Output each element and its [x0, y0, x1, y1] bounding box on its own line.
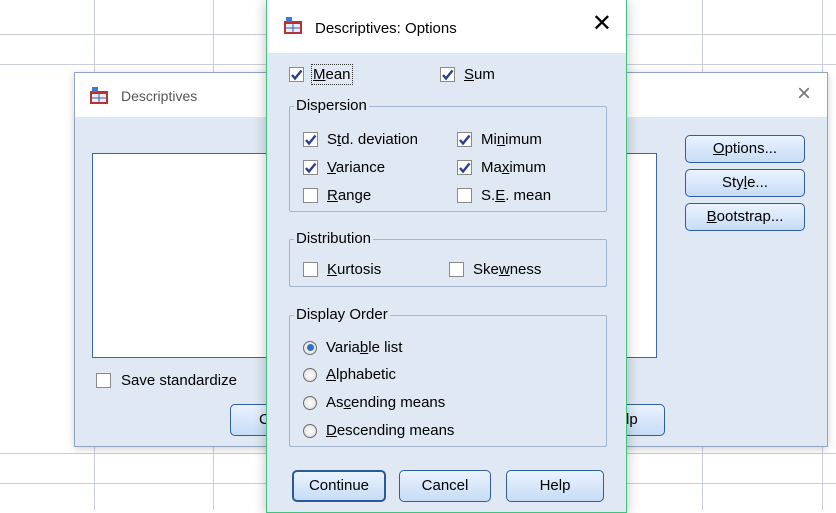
std-deviation-checkbox[interactable] [303, 132, 318, 147]
alphabetic-label: Alphabetic [326, 366, 397, 383]
range-checkbox[interactable] [303, 188, 318, 203]
save-standardized-checkbox[interactable] [96, 373, 111, 388]
descending-means-radio[interactable] [303, 423, 317, 438]
alphabetic-radio[interactable] [303, 367, 317, 382]
minimum-checkbox[interactable] [457, 132, 472, 147]
minimum-label: Minimum [481, 131, 542, 148]
style-button[interactable]: Style... [685, 169, 805, 197]
dispersion-legend: Dispersion [294, 97, 369, 115]
checkmark-icon [291, 69, 303, 81]
std-deviation-checkbox-row[interactable]: Std. deviation [303, 131, 418, 148]
variance-checkbox-row[interactable]: Variance [303, 159, 385, 176]
kurtosis-checkbox-row[interactable]: Kurtosis [303, 261, 381, 278]
options-dialog: Descriptives: Options ✕ Mean Sum Dispers… [266, 0, 627, 513]
ascending-means-radio[interactable] [303, 395, 317, 410]
skewness-checkbox[interactable] [449, 262, 464, 277]
continue-button[interactable]: Continue [292, 470, 386, 502]
save-standardized-label: Save standardize [121, 372, 237, 389]
variable-list-radio[interactable] [303, 340, 317, 355]
distribution-legend: Distribution [294, 230, 374, 248]
checkmark-icon [459, 162, 471, 174]
mean-checkbox[interactable] [289, 67, 304, 82]
descriptives-title: Descriptives [121, 88, 198, 104]
skewness-checkbox-row[interactable]: Skewness [449, 261, 541, 278]
cancel-button[interactable]: Cancel [399, 470, 491, 502]
sum-label: Sum [464, 66, 495, 83]
variance-checkbox[interactable] [303, 160, 318, 175]
descending-means-label: Descending means [326, 422, 455, 439]
descending-means-radio-row[interactable]: Descending means [303, 422, 454, 439]
help-button[interactable]: Help [506, 470, 604, 502]
close-icon[interactable]: ✕ [592, 12, 612, 36]
checkmark-icon [305, 162, 317, 174]
skewness-label: Skewness [473, 261, 542, 278]
options-button[interactable]: Options... [685, 135, 805, 163]
mean-label: Mean [311, 64, 353, 85]
variable-list-radio-row[interactable]: Variable list [303, 339, 402, 356]
sum-checkbox-row[interactable]: Sum [440, 66, 495, 83]
ascending-means-radio-row[interactable]: Ascending means [303, 394, 445, 411]
variance-label: Variance [327, 159, 386, 176]
checkmark-icon [442, 69, 454, 81]
maximum-checkbox-row[interactable]: Maximum [457, 159, 546, 176]
maximum-label: Maximum [481, 159, 547, 176]
variable-list-label: Variable list [326, 339, 403, 356]
kurtosis-checkbox[interactable] [303, 262, 318, 277]
minimum-checkbox-row[interactable]: Minimum [457, 131, 542, 148]
options-title: Descriptives: Options [315, 20, 457, 37]
save-standardized-checkbox-row[interactable]: Save standardize [96, 372, 237, 389]
display-order-legend: Display Order [294, 306, 390, 324]
radio-selected-dot [306, 344, 314, 351]
range-label: Range [327, 187, 372, 204]
std-deviation-label: Std. deviation [327, 131, 418, 148]
options-titlebar: Descriptives: Options ✕ [267, 0, 626, 53]
checkmark-icon [459, 134, 471, 146]
se-mean-checkbox[interactable] [457, 188, 472, 203]
range-checkbox-row[interactable]: Range [303, 187, 371, 204]
bootstrap-button[interactable]: Bootstrap... [685, 203, 805, 231]
se-mean-label: S.E. mean [481, 187, 552, 204]
spss-table-icon [283, 17, 303, 39]
mean-checkbox-row[interactable]: Mean [289, 64, 353, 85]
ascending-means-label: Ascending means [326, 394, 446, 411]
alphabetic-radio-row[interactable]: Alphabetic [303, 366, 396, 383]
maximum-checkbox[interactable] [457, 160, 472, 175]
se-mean-checkbox-row[interactable]: S.E. mean [457, 187, 551, 204]
checkmark-icon [305, 134, 317, 146]
close-icon[interactable]: × [797, 82, 811, 106]
kurtosis-label: Kurtosis [327, 261, 382, 278]
spss-table-icon [89, 87, 109, 109]
sum-checkbox[interactable] [440, 67, 455, 82]
